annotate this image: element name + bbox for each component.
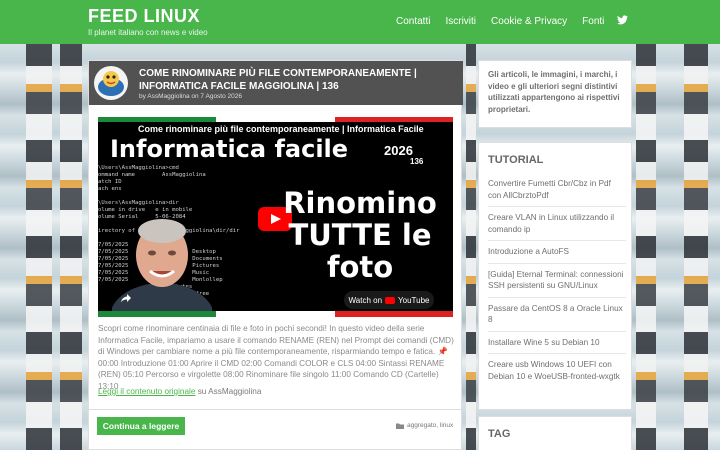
nav-cookie-privacy[interactable]: Cookie & Privacy <box>491 16 567 27</box>
tutorial-link[interactable]: Creare VLAN in Linux utilizzando il coma… <box>488 207 626 241</box>
nav-iscriviti[interactable]: Iscriviti <box>445 16 476 27</box>
nav-fonti[interactable]: Fonti <box>582 16 604 27</box>
watch-label: Watch on <box>348 295 383 305</box>
article-header: COME RINOMINARE PIÙ FILE CONTEMPORANEAME… <box>89 61 463 105</box>
tutorial-list: Convertire Fumetti Cbr/Cbz in Pdf con Al… <box>488 173 626 387</box>
read-original: Leggi il contenuto originale su AssMaggi… <box>98 387 261 396</box>
article-excerpt: Scopri come rinominare centinaia di file… <box>98 324 454 391</box>
tutorial-link[interactable]: Convertire Fumetti Cbr/Cbz in Pdf con Al… <box>488 173 626 207</box>
video-embed[interactable]: Come rinominare più file contemporaneame… <box>98 117 453 317</box>
author-avatar <box>94 66 128 100</box>
nav-contatti[interactable]: Contatti <box>396 16 430 27</box>
copyright-notice: Gli articoli, le immagini, i marchi, i v… <box>478 60 632 128</box>
watch-on-youtube-button[interactable]: Watch on YouTube <box>344 291 434 309</box>
flag-bar-top <box>98 117 453 122</box>
tutorial-link[interactable]: Installare Wine 5 su Debian 10 <box>488 332 626 354</box>
continue-reading-button[interactable]: Continua a leggere <box>97 417 185 435</box>
video-year: 2026 <box>384 143 413 158</box>
video-big-text: Rinomino TUTTE le foto <box>283 186 437 284</box>
main-nav: Contatti Iscriviti Cookie & Privacy Font… <box>396 16 619 27</box>
article-meta: by AssMaggiolina on 7 Agosto 2026 <box>139 93 242 100</box>
flag-bar-bottom <box>98 311 453 317</box>
read-original-link[interactable]: Leggi il contenuto originale <box>98 387 195 396</box>
video-banner: Informatica facile <box>110 135 349 163</box>
tutorial-link[interactable]: Passare da CentOS 8 a Oracle Linux 8 <box>488 298 626 332</box>
youtube-icon <box>385 296 396 304</box>
tutorial-widget: TUTORIAL Convertire Fumetti Cbr/Cbz in P… <box>478 142 632 410</box>
site-tagline: Il planet italiano con news e video <box>88 28 208 37</box>
tag-heading: TAG <box>488 428 511 440</box>
tutorial-link[interactable]: [Guida] Eternal Terminal: connessioni SS… <box>488 264 626 298</box>
video-episode: 136 <box>410 157 424 166</box>
tutorial-heading: TUTORIAL <box>488 154 544 166</box>
article-title[interactable]: COME RINOMINARE PIÙ FILE CONTEMPORANEAME… <box>139 67 457 93</box>
youtube-label: YouTube <box>398 295 430 305</box>
video-title[interactable]: Come rinominare più file contemporaneame… <box>138 124 424 134</box>
site-header: FEED LINUX Il planet italiano con news e… <box>0 0 720 44</box>
twitter-icon[interactable] <box>617 15 628 25</box>
folder-icon <box>396 423 404 429</box>
article-tags: aggregato, linux <box>396 422 453 429</box>
tag-widget: TAG <box>478 416 632 450</box>
tags-text[interactable]: aggregato, linux <box>407 422 453 429</box>
tutorial-link[interactable]: Introduzione a AutoFS <box>488 241 626 264</box>
share-icon[interactable] <box>120 293 132 303</box>
site-title[interactable]: FEED LINUX <box>88 6 200 27</box>
tutorial-link[interactable]: Creare usb Windows 10 UEFI con Debian 10… <box>488 354 626 387</box>
read-original-suffix: su AssMaggiolina <box>195 387 262 396</box>
article-card: COME RINOMINARE PIÙ FILE CONTEMPORANEAME… <box>88 60 463 410</box>
